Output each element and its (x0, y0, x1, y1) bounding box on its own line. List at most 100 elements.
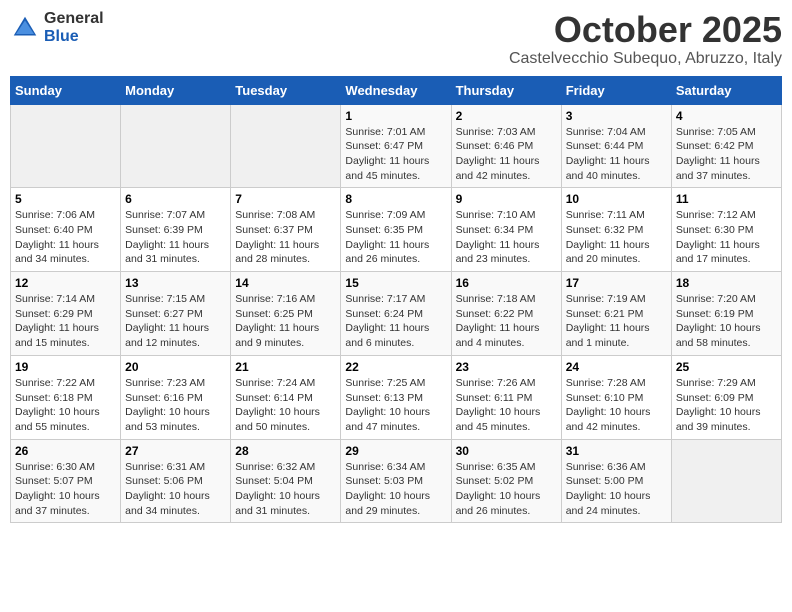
logo: General Blue (10, 10, 104, 45)
calendar-cell: 8 Sunrise: 7:09 AM Sunset: 6:35 PM Daylig… (341, 188, 451, 272)
logo-blue: Blue (44, 28, 104, 46)
day-info: Sunrise: 7:18 AM Sunset: 6:22 PM Dayligh… (456, 292, 557, 351)
calendar-cell: 26 Sunrise: 6:30 AM Sunset: 5:07 PM Dayli… (11, 439, 121, 523)
day-info: Sunrise: 7:17 AM Sunset: 6:24 PM Dayligh… (345, 292, 446, 351)
day-number: 9 (456, 192, 557, 206)
day-number: 21 (235, 360, 336, 374)
day-number: 28 (235, 444, 336, 458)
column-header-sunday: Sunday (11, 76, 121, 104)
day-info: Sunrise: 7:25 AM Sunset: 6:13 PM Dayligh… (345, 376, 446, 435)
day-info: Sunrise: 7:09 AM Sunset: 6:35 PM Dayligh… (345, 208, 446, 267)
day-number: 8 (345, 192, 446, 206)
calendar-cell (671, 439, 781, 523)
day-number: 3 (566, 109, 667, 123)
month-title: October 2025 (509, 10, 782, 50)
day-info: Sunrise: 7:05 AM Sunset: 6:42 PM Dayligh… (676, 125, 777, 184)
day-info: Sunrise: 7:22 AM Sunset: 6:18 PM Dayligh… (15, 376, 116, 435)
day-number: 24 (566, 360, 667, 374)
location-subtitle: Castelvecchio Subequo, Abruzzo, Italy (509, 50, 782, 68)
logo-general: General (44, 10, 104, 28)
day-info: Sunrise: 7:14 AM Sunset: 6:29 PM Dayligh… (15, 292, 116, 351)
calendar-cell: 10 Sunrise: 7:11 AM Sunset: 6:32 PM Dayli… (561, 188, 671, 272)
calendar-cell: 14Sunrise: 7:16 AM Sunset: 6:25 PM Dayli… (231, 272, 341, 356)
logo-text: General Blue (44, 10, 104, 45)
day-number: 10 (566, 192, 667, 206)
day-info: Sunrise: 7:07 AM Sunset: 6:39 PM Dayligh… (125, 208, 226, 267)
calendar-cell: 27 Sunrise: 6:31 AM Sunset: 5:06 PM Dayli… (121, 439, 231, 523)
calendar-cell: 3 Sunrise: 7:04 AM Sunset: 6:44 PM Daylig… (561, 104, 671, 188)
day-number: 2 (456, 109, 557, 123)
day-number: 4 (676, 109, 777, 123)
day-info: Sunrise: 7:04 AM Sunset: 6:44 PM Dayligh… (566, 125, 667, 184)
calendar-cell: 13 Sunrise: 7:15 AM Sunset: 6:27 PM Dayli… (121, 272, 231, 356)
day-number: 17 (566, 276, 667, 290)
day-info: Sunrise: 7:01 AM Sunset: 6:47 PM Dayligh… (345, 125, 446, 184)
calendar-cell: 30 Sunrise: 6:35 AM Sunset: 5:02 PM Dayli… (451, 439, 561, 523)
calendar-week-1: 1Sunrise: 7:01 AM Sunset: 6:47 PM Daylig… (11, 104, 782, 188)
day-number: 12 (15, 276, 116, 290)
day-number: 29 (345, 444, 446, 458)
column-header-wednesday: Wednesday (341, 76, 451, 104)
calendar-week-5: 26 Sunrise: 6:30 AM Sunset: 5:07 PM Dayli… (11, 439, 782, 523)
calendar-cell: 20 Sunrise: 7:23 AM Sunset: 6:16 PM Dayli… (121, 355, 231, 439)
day-info: Sunrise: 7:08 AM Sunset: 6:37 PM Dayligh… (235, 208, 336, 267)
column-header-monday: Monday (121, 76, 231, 104)
day-info: Sunrise: 7:23 AM Sunset: 6:16 PM Dayligh… (125, 376, 226, 435)
day-number: 19 (15, 360, 116, 374)
day-info: Sunrise: 7:26 AM Sunset: 6:11 PM Dayligh… (456, 376, 557, 435)
day-number: 7 (235, 192, 336, 206)
calendar-cell: 15 Sunrise: 7:17 AM Sunset: 6:24 PM Dayli… (341, 272, 451, 356)
day-number: 13 (125, 276, 226, 290)
title-area: October 2025 Castelvecchio Subequo, Abru… (509, 10, 782, 68)
day-info: Sunrise: 7:29 AM Sunset: 6:09 PM Dayligh… (676, 376, 777, 435)
day-number: 27 (125, 444, 226, 458)
day-info: Sunrise: 7:19 AM Sunset: 6:21 PM Dayligh… (566, 292, 667, 351)
calendar-cell (121, 104, 231, 188)
day-number: 31 (566, 444, 667, 458)
calendar-cell (231, 104, 341, 188)
column-header-tuesday: Tuesday (231, 76, 341, 104)
day-number: 20 (125, 360, 226, 374)
day-number: 11 (676, 192, 777, 206)
day-info: Sunrise: 6:34 AM Sunset: 5:03 PM Dayligh… (345, 460, 446, 519)
calendar-cell: 18 Sunrise: 7:20 AM Sunset: 6:19 PM Dayli… (671, 272, 781, 356)
day-info: Sunrise: 7:12 AM Sunset: 6:30 PM Dayligh… (676, 208, 777, 267)
day-number: 23 (456, 360, 557, 374)
calendar-cell: 19 Sunrise: 7:22 AM Sunset: 6:18 PM Dayli… (11, 355, 121, 439)
header: General Blue October 2025 Castelvecchio … (10, 10, 782, 68)
calendar-cell: 23 Sunrise: 7:26 AM Sunset: 6:11 PM Dayli… (451, 355, 561, 439)
column-header-thursday: Thursday (451, 76, 561, 104)
calendar-week-4: 19 Sunrise: 7:22 AM Sunset: 6:18 PM Dayli… (11, 355, 782, 439)
calendar-cell: 24 Sunrise: 7:28 AM Sunset: 6:10 PM Dayli… (561, 355, 671, 439)
day-number: 16 (456, 276, 557, 290)
calendar-cell: 21Sunrise: 7:24 AM Sunset: 6:14 PM Dayli… (231, 355, 341, 439)
calendar-cell: 11 Sunrise: 7:12 AM Sunset: 6:30 PM Dayli… (671, 188, 781, 272)
calendar-week-3: 12 Sunrise: 7:14 AM Sunset: 6:29 PM Dayli… (11, 272, 782, 356)
day-info: Sunrise: 6:32 AM Sunset: 5:04 PM Dayligh… (235, 460, 336, 519)
day-info: Sunrise: 7:16 AM Sunset: 6:25 PM Dayligh… (235, 292, 336, 351)
calendar-cell: 4 Sunrise: 7:05 AM Sunset: 6:42 PM Daylig… (671, 104, 781, 188)
calendar-cell: 31 Sunrise: 6:36 AM Sunset: 5:00 PM Dayli… (561, 439, 671, 523)
day-number: 18 (676, 276, 777, 290)
day-number: 15 (345, 276, 446, 290)
day-number: 25 (676, 360, 777, 374)
day-info: Sunrise: 7:03 AM Sunset: 6:46 PM Dayligh… (456, 125, 557, 184)
calendar-cell (11, 104, 121, 188)
day-info: Sunrise: 7:15 AM Sunset: 6:27 PM Dayligh… (125, 292, 226, 351)
day-info: Sunrise: 7:11 AM Sunset: 6:32 PM Dayligh… (566, 208, 667, 267)
day-number: 22 (345, 360, 446, 374)
day-info: Sunrise: 6:36 AM Sunset: 5:00 PM Dayligh… (566, 460, 667, 519)
calendar-cell: 25 Sunrise: 7:29 AM Sunset: 6:09 PM Dayli… (671, 355, 781, 439)
day-info: Sunrise: 7:10 AM Sunset: 6:34 PM Dayligh… (456, 208, 557, 267)
day-info: Sunrise: 6:30 AM Sunset: 5:07 PM Dayligh… (15, 460, 116, 519)
day-info: Sunrise: 6:35 AM Sunset: 5:02 PM Dayligh… (456, 460, 557, 519)
day-info: Sunrise: 6:31 AM Sunset: 5:06 PM Dayligh… (125, 460, 226, 519)
calendar-cell: 7 Sunrise: 7:08 AM Sunset: 6:37 PM Daylig… (231, 188, 341, 272)
day-number: 26 (15, 444, 116, 458)
day-info: Sunrise: 7:28 AM Sunset: 6:10 PM Dayligh… (566, 376, 667, 435)
calendar-cell: 28 Sunrise: 6:32 AM Sunset: 5:04 PM Dayli… (231, 439, 341, 523)
day-number: 30 (456, 444, 557, 458)
day-info: Sunrise: 7:20 AM Sunset: 6:19 PM Dayligh… (676, 292, 777, 351)
day-number: 5 (15, 192, 116, 206)
calendar-table: SundayMondayTuesdayWednesdayThursdayFrid… (10, 76, 782, 524)
